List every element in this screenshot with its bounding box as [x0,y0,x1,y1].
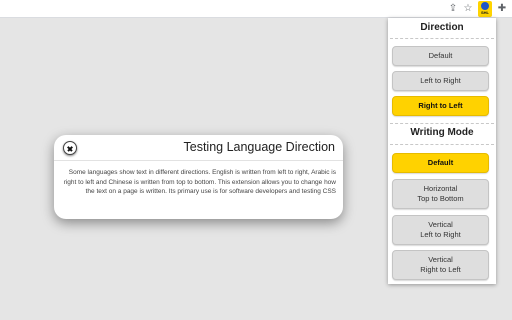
dialog-header: Testing Language Direction [54,135,343,161]
divider [390,144,494,145]
info-dialog: Testing Language Direction Some language… [54,135,343,219]
divider [390,38,494,39]
dialog-title: Testing Language Direction [183,140,336,154]
direction-heading: Direction [420,22,464,33]
writing-mode-default-button[interactable]: Default [392,153,489,173]
extension-badge-label: SHL [481,10,489,15]
writing-mode-horizontal-tb-button[interactable]: Horizontal Top to Bottom [392,179,489,209]
extension-language-direction-icon[interactable]: SHL [478,1,492,17]
direction-ltr-button[interactable]: Left to Right [392,71,489,91]
direction-default-button[interactable]: Default [392,46,489,66]
close-icon[interactable] [63,141,77,155]
puzzle-icon[interactable]: ✚ [496,3,508,15]
direction-rtl-button[interactable]: Right to Left [392,96,489,116]
dialog-body-text: Some languages show text in different di… [63,169,336,196]
browser-toolbar: ⇪ ☆ SHL ✚ [0,0,512,18]
share-icon[interactable]: ⇪ [447,3,459,15]
writing-mode-heading: Writing Mode [410,127,474,138]
globe-icon [481,2,489,10]
writing-mode-vertical-rl-button[interactable]: Vertical Right to Left [392,250,489,280]
extension-popup: Direction Default Left to Right Right to… [388,18,496,284]
writing-mode-vertical-lr-button[interactable]: Vertical Left to Right [392,215,489,245]
star-icon[interactable]: ☆ [462,3,474,15]
divider [390,123,494,124]
